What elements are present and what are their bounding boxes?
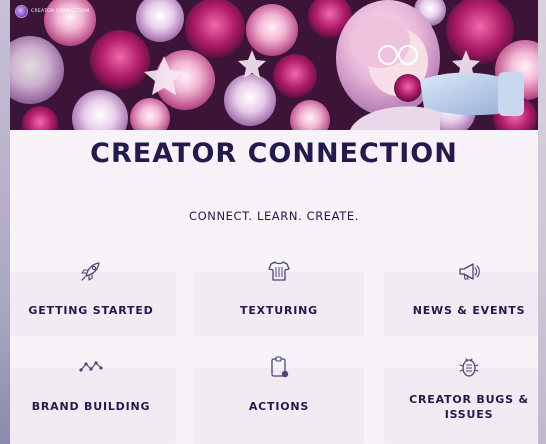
clipboard-icon: [271, 356, 289, 378]
rocket-icon: [81, 262, 100, 281]
page-title: CREATOR CONNECTION: [90, 138, 458, 169]
bug-icon: [459, 358, 479, 377]
category-label: CREATOR BUGS & ISSUES: [409, 393, 529, 421]
category-grid: GETTING STARTED TEXTURING NEWS & EVENTS: [10, 250, 538, 444]
category-tile-news-events[interactable]: NEWS & EVENTS: [384, 263, 538, 336]
hero-flowers-art: [10, 0, 538, 130]
network-graph-icon: [79, 361, 103, 372]
category-label: ACTIONS: [248, 400, 310, 413]
brand-text: Creator Connection: [31, 9, 90, 14]
category-tile-brand-building[interactable]: BRAND BUILDING: [10, 361, 176, 444]
brand-logo-icon: [16, 6, 27, 17]
category-tile-texturing[interactable]: TEXTURING: [194, 261, 364, 336]
megaphone-icon: [459, 263, 480, 280]
tagline: CONNECT. LEARN. CREATE.: [188, 209, 359, 223]
category-label: NEWS & EVENTS: [412, 304, 526, 317]
background-strip-right: [538, 0, 546, 444]
creator-connection-window: Creator Connection CREATOR CONNECTION CO…: [10, 0, 538, 444]
category-label: GETTING STARTED: [28, 304, 154, 317]
category-label: BRAND BUILDING: [31, 400, 151, 413]
category-tile-getting-started[interactable]: GETTING STARTED: [10, 262, 176, 336]
category-label: TEXTURING: [240, 304, 318, 317]
brand-header[interactable]: Creator Connection: [16, 6, 89, 17]
hero-banner: Creator Connection: [10, 0, 538, 130]
category-tile-creator-bugs-issues[interactable]: CREATOR BUGS & ISSUES: [384, 358, 538, 444]
background-strip-left: [0, 0, 10, 444]
category-tile-actions[interactable]: ACTIONS: [194, 356, 364, 444]
tshirt-icon: [268, 261, 290, 281]
